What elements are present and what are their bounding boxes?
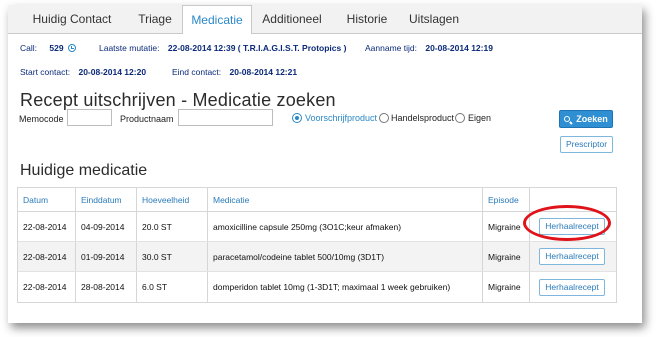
cell-action: Herhaalrecept: [530, 242, 616, 271]
col-einddatum: Einddatum: [76, 188, 137, 211]
table-row: 22-08-2014 28-08-2014 6.0 ST domperidon …: [18, 272, 616, 302]
app-frame: Huidig Contact Triage Medicatie Addition…: [8, 5, 642, 323]
medication-table: Datum Einddatum Hoeveelheid Medicatie Ep…: [17, 187, 617, 303]
tab-bar: Huidig Contact Triage Medicatie Addition…: [8, 5, 642, 34]
eind-value: 20-08-2014 12:21: [229, 67, 298, 77]
table-row: 22-08-2014 04-09-2014 20.0 ST amoxicilli…: [18, 212, 616, 242]
table-row: 22-08-2014 01-09-2014 30.0 ST paracetamo…: [18, 242, 616, 272]
cell-einddatum: 04-09-2014: [76, 212, 137, 241]
radio-voorschrijfproduct-label[interactable]: Voorschrijfproduct: [305, 113, 377, 123]
aanname-label: Aanname tijd:: [365, 43, 417, 53]
aanname-value: 20-08-2014 12:19: [425, 43, 493, 53]
tab-medicatie[interactable]: Medicatie: [182, 5, 252, 34]
radio-voorschrijfproduct[interactable]: [292, 113, 302, 123]
cell-medicatie: domperidon tablet 10mg (1-3D1T; maximaal…: [208, 272, 483, 302]
eind-label: Eind contact:: [172, 67, 222, 77]
productnaam-label: Productnaam: [120, 114, 174, 124]
page-title: Recept uitschrijven - Medicatie zoeken: [20, 90, 336, 110]
col-datum: Datum: [18, 188, 76, 211]
mutatie-label: Laatste mutatie:: [99, 43, 160, 53]
cell-action: Herhaalrecept: [530, 212, 616, 241]
cell-hoeveelheid: 30.0 ST: [137, 242, 208, 271]
start-info: Start contact: 20-08-2014 12:20: [20, 67, 146, 77]
radio-eigen[interactable]: [455, 113, 465, 123]
herhaalrecept-button[interactable]: Herhaalrecept: [539, 248, 605, 265]
cell-datum: 22-08-2014: [18, 272, 76, 302]
section-title-huidige-medicatie: Huidige medicatie: [20, 162, 148, 179]
cell-episode: Migraine: [483, 272, 530, 302]
call-number: 529: [49, 43, 64, 53]
tab-historie[interactable]: Historie: [334, 5, 400, 33]
cell-einddatum: 28-08-2014: [76, 272, 137, 302]
col-hoeveelheid: Hoeveelheid: [137, 188, 208, 211]
radio-handelsproduct[interactable]: [379, 113, 389, 123]
clock-icon[interactable]: [67, 44, 76, 52]
zoeken-button[interactable]: Zoeken: [559, 110, 613, 128]
col-action: [530, 188, 616, 211]
cell-hoeveelheid: 20.0 ST: [137, 212, 208, 241]
col-episode: Episode: [483, 188, 530, 211]
prescriptor-button[interactable]: Prescriptor: [560, 136, 613, 153]
productnaam-input[interactable]: [178, 109, 273, 126]
cell-episode: Migraine: [483, 212, 530, 241]
eind-info: Eind contact: 20-08-2014 12:21: [172, 67, 297, 77]
col-medicatie: Medicatie: [208, 188, 483, 211]
mutatie-value: 22-08-2014 12:39 ( T.R.I.A.G.I.S.T. Prot…: [167, 43, 347, 53]
mutatie-info: Laatste mutatie: 22-08-2014 12:39 ( T.R.…: [99, 43, 346, 53]
call-label: Call:: [20, 43, 38, 53]
herhaalrecept-button[interactable]: Herhaalrecept: [539, 278, 605, 296]
zoeken-button-label: Zoeken: [576, 114, 608, 124]
aanname-info: Aanname tijd: 20-08-2014 12:19: [365, 43, 493, 53]
memocode-label: Memocode: [19, 114, 64, 124]
call-info: Call: 529: [20, 43, 76, 53]
memocode-input[interactable]: [67, 109, 112, 126]
cell-medicatie: amoxicilline capsule 250mg (3O1C;keur af…: [208, 212, 483, 241]
cell-einddatum: 01-09-2014: [76, 242, 137, 271]
radio-eigen-label[interactable]: Eigen: [468, 113, 491, 123]
start-label: Start contact:: [20, 67, 71, 77]
tab-huidig-contact[interactable]: Huidig Contact: [22, 5, 122, 33]
cell-medicatie: paracetamol/codeine tablet 500/10mg (3D1…: [208, 242, 483, 271]
search-icon: [564, 116, 571, 122]
cell-hoeveelheid: 6.0 ST: [137, 272, 208, 302]
cell-episode: Migraine: [483, 242, 530, 271]
table-header-row: Datum Einddatum Hoeveelheid Medicatie Ep…: [18, 188, 616, 212]
cell-action: Herhaalrecept: [530, 272, 616, 302]
tab-uitslagen[interactable]: Uitslagen: [398, 5, 470, 33]
herhaalrecept-button[interactable]: Herhaalrecept: [539, 218, 605, 235]
cell-datum: 22-08-2014: [18, 212, 76, 241]
cell-datum: 22-08-2014: [18, 242, 76, 271]
tab-triage[interactable]: Triage: [124, 5, 186, 33]
start-value: 20-08-2014 12:20: [78, 67, 147, 77]
tab-additioneel[interactable]: Additioneel: [252, 5, 332, 33]
radio-handelsproduct-label[interactable]: Handelsproduct: [391, 113, 454, 123]
